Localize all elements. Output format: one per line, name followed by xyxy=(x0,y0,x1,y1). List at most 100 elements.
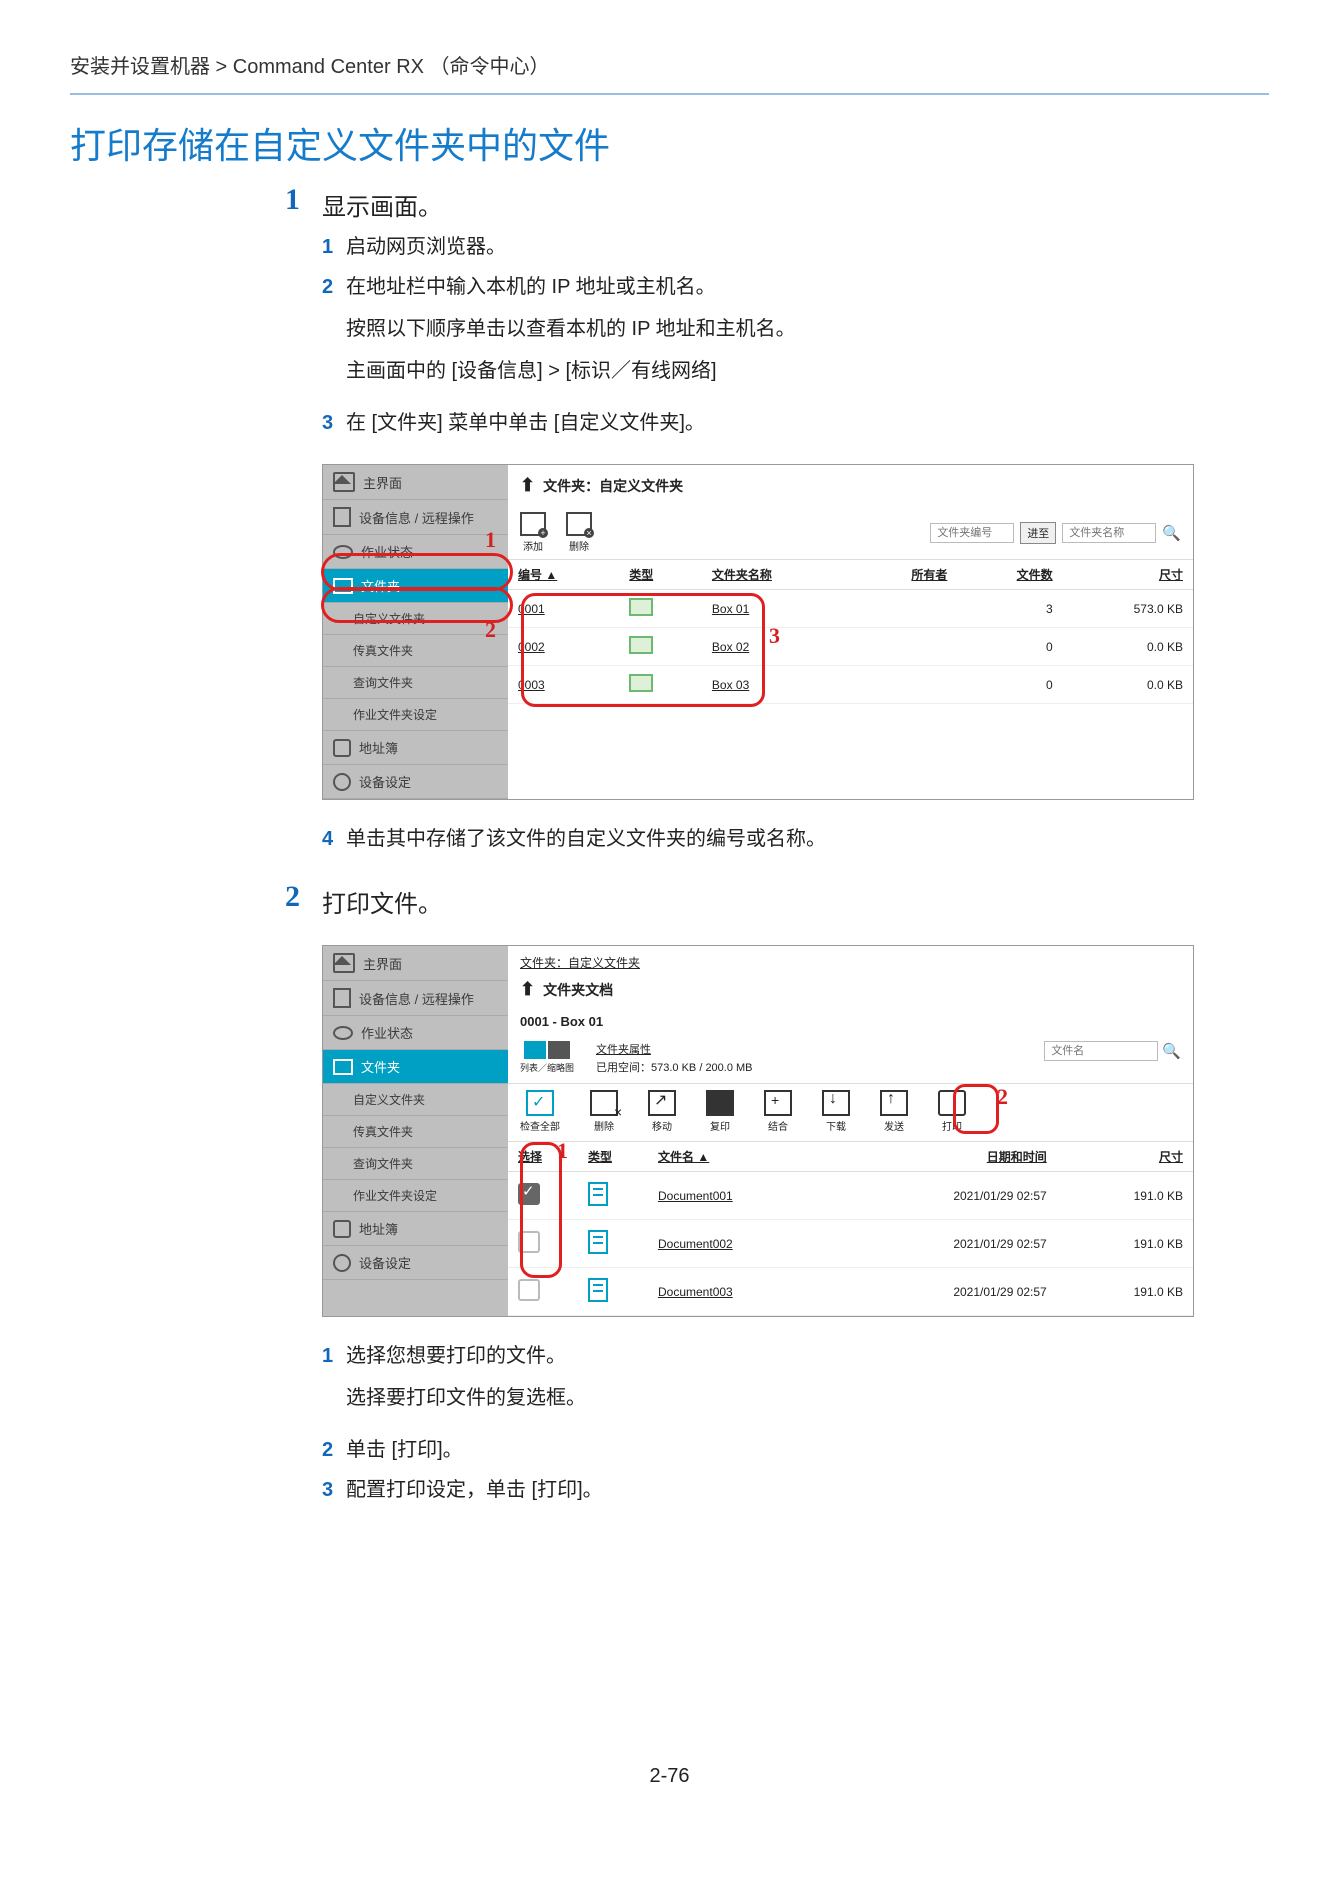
list-view-icon xyxy=(524,1041,546,1059)
substep-text: 单击其中存储了该文件的自定义文件夹的编号或名称。 xyxy=(346,824,826,854)
nav-label: 文件夹 xyxy=(361,1057,400,1076)
download-icon xyxy=(822,1090,850,1116)
send-button[interactable]: 发送 xyxy=(880,1090,908,1133)
table-row[interactable]: Document003 2021/01/29 02:57 191.0 KB xyxy=(508,1268,1193,1316)
box-name-input[interactable] xyxy=(1062,523,1156,543)
nav-custom-box[interactable]: 自定义文件夹 xyxy=(323,603,508,635)
file-count: 0 xyxy=(957,666,1062,704)
nav-address[interactable]: 地址簿 xyxy=(323,731,508,765)
box-number-link[interactable]: 0002 xyxy=(508,628,619,666)
go-button[interactable]: 进至 xyxy=(1020,522,1056,544)
substep-num: 3 xyxy=(322,1475,346,1505)
button-label: 结合 xyxy=(768,1118,788,1133)
table-row[interactable]: 0003 Box 03 0 0.0 KB xyxy=(508,666,1193,704)
document-icon xyxy=(588,1278,608,1302)
table-row[interactable]: 0002 Box 02 0 0.0 KB xyxy=(508,628,1193,666)
up-arrow-icon[interactable]: ⬆ xyxy=(520,475,535,496)
nav-label: 传真文件夹 xyxy=(353,1123,413,1140)
col-filename[interactable]: 文件名 ▲ xyxy=(648,1142,834,1172)
row-checkbox[interactable] xyxy=(518,1183,540,1205)
doc-name-link[interactable]: Document001 xyxy=(648,1172,834,1220)
doc-name-link[interactable]: Document002 xyxy=(648,1220,834,1268)
substep-text: 按照以下顺序单击以查看本机的 IP 地址和主机名。 xyxy=(346,314,796,344)
nav-label: 设备信息 / 远程操作 xyxy=(359,989,474,1008)
nav-fax-box[interactable]: 传真文件夹 xyxy=(323,635,508,667)
nav-job-box[interactable]: 作业文件夹设定 xyxy=(323,699,508,731)
filename-input[interactable] xyxy=(1044,1041,1158,1061)
nav-label: 查询文件夹 xyxy=(353,1155,413,1172)
nav-label: 设备设定 xyxy=(359,1253,411,1272)
nav-jobstatus[interactable]: 作业状态 xyxy=(323,535,508,569)
nav-label: 作业状态 xyxy=(361,1023,413,1042)
nav-device[interactable]: 设备设定 xyxy=(323,765,508,799)
col-type[interactable]: 类型 xyxy=(619,560,702,590)
send-icon xyxy=(880,1090,908,1116)
move-button[interactable]: 移动 xyxy=(648,1090,676,1133)
row-checkbox[interactable] xyxy=(518,1231,540,1253)
combine-button[interactable]: 结合 xyxy=(764,1090,792,1133)
nav-polling-box[interactable]: 查询文件夹 xyxy=(323,1148,508,1180)
box-name-link[interactable]: Box 03 xyxy=(702,666,852,704)
nav-job-box[interactable]: 作业文件夹设定 xyxy=(323,1180,508,1212)
check-all-button[interactable]: 检查全部 xyxy=(520,1090,560,1133)
file-count: 3 xyxy=(957,590,1062,628)
box-name-link[interactable]: Box 02 xyxy=(702,628,852,666)
copy-icon xyxy=(706,1090,734,1116)
col-size[interactable]: 尺寸 xyxy=(1057,1142,1193,1172)
col-date[interactable]: 日期和时间 xyxy=(834,1142,1057,1172)
box-number-link[interactable]: 0003 xyxy=(508,666,619,704)
page-title: 打印存储在自定义文件夹中的文件 xyxy=(70,117,1269,169)
nav-devinfo[interactable]: 设备信息 / 远程操作 xyxy=(323,981,508,1016)
col-size[interactable]: 尺寸 xyxy=(1063,560,1193,590)
up-arrow-icon[interactable]: ⬆ xyxy=(520,979,535,1000)
table-row[interactable]: Document001 2021/01/29 02:57 191.0 KB xyxy=(508,1172,1193,1220)
box-name-link[interactable]: Box 01 xyxy=(702,590,852,628)
nav-polling-box[interactable]: 查询文件夹 xyxy=(323,667,508,699)
delete-box-button[interactable]: × 删除 xyxy=(566,512,592,553)
doc-size: 191.0 KB xyxy=(1057,1268,1193,1316)
nav-label: 主界面 xyxy=(363,473,402,492)
add-box-button[interactable]: + 添加 xyxy=(520,512,546,553)
folder-icon xyxy=(629,674,653,692)
print-button[interactable]: 打印 xyxy=(938,1090,966,1133)
substep-text: 选择要打印文件的复选框。 xyxy=(346,1383,586,1413)
substep-num: 4 xyxy=(322,824,346,854)
col-owner[interactable]: 所有者 xyxy=(852,560,957,590)
download-button[interactable]: 下载 xyxy=(822,1090,850,1133)
col-files[interactable]: 文件数 xyxy=(957,560,1062,590)
box-number-input[interactable] xyxy=(930,523,1014,543)
nav-fax-box[interactable]: 传真文件夹 xyxy=(323,1116,508,1148)
search-icon[interactable]: 🔍 xyxy=(1162,1042,1181,1060)
delete-button[interactable]: 删除 xyxy=(590,1090,618,1133)
substep-text: 配置打印设定，单击 [打印]。 xyxy=(346,1475,603,1505)
nav-device[interactable]: 设备设定 xyxy=(323,1246,508,1280)
doc-size: 191.0 KB xyxy=(1057,1172,1193,1220)
col-number[interactable]: 编号 ▲ xyxy=(508,560,619,590)
nav-jobstatus[interactable]: 作业状态 xyxy=(323,1016,508,1050)
file-count: 0 xyxy=(957,628,1062,666)
col-name[interactable]: 文件夹名称 xyxy=(702,560,852,590)
panel-title: 文件夹：自定义文件夹 xyxy=(543,476,683,496)
search-icon[interactable]: 🔍 xyxy=(1162,524,1181,542)
nav-address[interactable]: 地址簿 xyxy=(323,1212,508,1246)
nav-box[interactable]: 文件夹 xyxy=(323,569,508,603)
nav-home[interactable]: 主界面 xyxy=(323,946,508,981)
nav-custom-box[interactable]: 自定义文件夹 xyxy=(323,1084,508,1116)
box-properties-link[interactable]: 文件夹属性 xyxy=(596,1041,753,1057)
copy-button[interactable]: 复印 xyxy=(706,1090,734,1133)
breadcrumb-link[interactable]: 文件夹：自定义文件夹 xyxy=(508,946,1193,979)
table-row[interactable]: 0001 Box 01 3 573.0 KB xyxy=(508,590,1193,628)
box-number-link[interactable]: 0001 xyxy=(508,590,619,628)
step-heading-1: 显示画面。 xyxy=(322,187,796,222)
table-row[interactable]: Document002 2021/01/29 02:57 191.0 KB xyxy=(508,1220,1193,1268)
delete-icon xyxy=(590,1090,618,1116)
button-label: 复印 xyxy=(710,1118,730,1133)
nav-devinfo[interactable]: 设备信息 / 远程操作 xyxy=(323,500,508,535)
doc-name-link[interactable]: Document003 xyxy=(648,1268,834,1316)
nav-home[interactable]: 主界面 xyxy=(323,465,508,500)
view-toggle[interactable]: 列表／缩略图 xyxy=(520,1041,574,1074)
substep-num: 2 xyxy=(322,272,346,398)
row-checkbox[interactable] xyxy=(518,1279,540,1301)
nav-box[interactable]: 文件夹 xyxy=(323,1050,508,1084)
document-icon xyxy=(588,1182,608,1206)
